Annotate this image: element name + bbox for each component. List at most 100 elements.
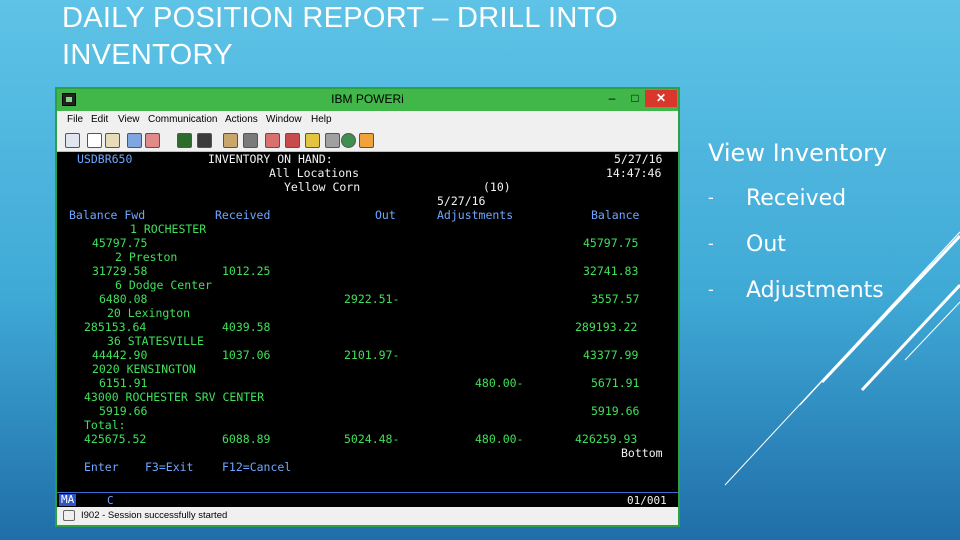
table-row[interactable]: 43000 ROCHESTER SRV CENTER bbox=[57, 390, 264, 404]
total-adjustments: 480.00- bbox=[475, 432, 524, 446]
table-row[interactable]: 20 Lexington bbox=[57, 306, 190, 320]
menu-edit[interactable]: Edit bbox=[91, 114, 108, 125]
macro-record-icon[interactable] bbox=[197, 133, 212, 148]
received-value: 4039.58 bbox=[222, 320, 271, 334]
balance-fwd-value: 44442.90 bbox=[92, 348, 148, 362]
table-row[interactable]: 2020 KENSINGTON bbox=[57, 362, 196, 376]
copy-icon[interactable] bbox=[87, 133, 102, 148]
header-balance-fwd: Balance Fwd bbox=[69, 208, 146, 222]
balance-value: 45797.75 bbox=[583, 236, 639, 250]
menu-file[interactable]: File bbox=[67, 114, 83, 125]
total-label: Total: bbox=[84, 418, 126, 432]
macro-play-icon[interactable] bbox=[223, 133, 238, 148]
bottom-marker: Bottom bbox=[621, 446, 663, 460]
transfer-icon[interactable] bbox=[243, 133, 258, 148]
print-icon[interactable] bbox=[65, 133, 80, 148]
session-icon bbox=[63, 510, 75, 521]
location-name: 1 ROCHESTER bbox=[130, 222, 207, 236]
header-received: Received bbox=[215, 208, 271, 222]
map-icon[interactable] bbox=[285, 133, 300, 148]
balance-value: 43377.99 bbox=[583, 348, 639, 362]
total-balance-fwd: 425675.52 bbox=[84, 432, 147, 446]
table-row[interactable]: 2 Preston bbox=[57, 250, 177, 264]
header-adjustments: Adjustments bbox=[437, 208, 514, 222]
received-value: 1037.06 bbox=[222, 348, 271, 362]
bullet-dash: - bbox=[708, 234, 714, 253]
menu-communication[interactable]: Communication bbox=[148, 114, 217, 125]
location-name: 43000 ROCHESTER SRV CENTER bbox=[84, 390, 265, 404]
received-value: 1012.25 bbox=[222, 264, 271, 278]
adjustments-value: 480.00- bbox=[475, 376, 524, 390]
email-icon[interactable] bbox=[265, 133, 280, 148]
edit-icon[interactable] bbox=[359, 133, 374, 148]
location-name: 2 Preston bbox=[115, 250, 178, 264]
total-balance: 426259.93 bbox=[575, 432, 638, 446]
program-id: USDBR650 bbox=[77, 152, 133, 166]
bullet-label: Adjustments bbox=[746, 278, 884, 303]
balance-fwd-value: 6151.91 bbox=[99, 376, 148, 390]
maximize-button[interactable]: □ bbox=[625, 90, 645, 107]
session-mode-indicator: MA bbox=[59, 493, 77, 506]
globe-icon[interactable] bbox=[341, 133, 356, 148]
side-heading: View Inventory bbox=[708, 139, 888, 167]
balance-value: 32741.83 bbox=[583, 264, 639, 278]
balance-fwd-value: 6480.08 bbox=[99, 292, 148, 306]
adjustment-date: 5/27/16 bbox=[437, 194, 486, 208]
display-icon[interactable] bbox=[177, 133, 192, 148]
receive-icon[interactable] bbox=[145, 133, 160, 148]
location-name: 6 Dodge Center bbox=[115, 278, 212, 292]
bullet-label: Received bbox=[746, 186, 847, 211]
minimize-button[interactable]: – bbox=[602, 90, 622, 107]
close-button[interactable]: ✕ bbox=[645, 90, 677, 107]
keyboard-icon[interactable] bbox=[325, 133, 340, 148]
product-code: (10) bbox=[483, 180, 511, 194]
total-row: Total: bbox=[57, 418, 126, 432]
table-row[interactable]: 6 Dodge Center bbox=[57, 278, 212, 292]
location-name: 20 Lexington bbox=[107, 306, 191, 320]
header-balance: Balance bbox=[591, 208, 640, 222]
f3-exit-key[interactable]: F3=Exit bbox=[145, 460, 193, 474]
slide-title: DAILY POSITION REPORT – DRILL INTO INVEN… bbox=[62, 2, 618, 71]
operator-info-area: MA C 01/001 bbox=[57, 492, 678, 507]
bullet-dash: - bbox=[708, 280, 714, 299]
status-bar: I902 - Session successfully started bbox=[57, 507, 678, 525]
window-title: IBM POWERi bbox=[331, 92, 404, 106]
toolbar bbox=[57, 130, 678, 152]
table-row[interactable]: 36 STATESVILLE bbox=[57, 334, 204, 348]
status-message: I902 - Session successfully started bbox=[81, 510, 228, 521]
location-name: 2020 KENSINGTON bbox=[92, 362, 196, 376]
menu-window[interactable]: Window bbox=[266, 114, 302, 125]
emulator-window: IBM POWERi – □ ✕ File Edit View Communic… bbox=[55, 87, 680, 527]
cursor-position: 01/001 bbox=[627, 494, 667, 507]
location-name: 36 STATESVILLE bbox=[107, 334, 204, 348]
window-titlebar[interactable]: IBM POWERi – □ ✕ bbox=[57, 89, 678, 111]
menu-bar: File Edit View Communication Actions Win… bbox=[57, 111, 678, 130]
product-name: Yellow Corn bbox=[284, 180, 361, 194]
terminal-screen[interactable]: USDBR650 INVENTORY ON HAND: 5/27/16 All … bbox=[57, 152, 678, 492]
table-row[interactable]: 1 ROCHESTER bbox=[57, 222, 206, 236]
header-out: Out bbox=[375, 208, 396, 222]
system-date: 5/27/16 bbox=[614, 152, 663, 166]
balance-value: 3557.57 bbox=[591, 292, 640, 306]
balance-fwd-value: 285153.64 bbox=[84, 320, 147, 334]
paste-icon[interactable] bbox=[105, 133, 120, 148]
balance-fwd-value: 45797.75 bbox=[92, 236, 148, 250]
enter-key-label[interactable]: Enter bbox=[84, 460, 119, 474]
bullet-label: Out bbox=[746, 232, 786, 257]
send-icon[interactable] bbox=[127, 133, 142, 148]
connection-indicator: C bbox=[107, 494, 114, 507]
menu-actions[interactable]: Actions bbox=[225, 114, 258, 125]
screen-title: INVENTORY ON HAND: bbox=[208, 152, 333, 166]
total-received: 6088.89 bbox=[222, 432, 271, 446]
total-out: 5024.48- bbox=[344, 432, 400, 446]
system-time: 14:47:46 bbox=[606, 166, 662, 180]
balance-fwd-value: 5919.66 bbox=[99, 404, 148, 418]
balance-value: 289193.22 bbox=[575, 320, 638, 334]
bullet-dash: - bbox=[708, 188, 714, 207]
menu-help[interactable]: Help bbox=[311, 114, 332, 125]
f12-cancel-key[interactable]: F12=Cancel bbox=[222, 460, 291, 474]
menu-view[interactable]: View bbox=[118, 114, 140, 125]
color-icon[interactable] bbox=[305, 133, 320, 148]
balance-value: 5671.91 bbox=[591, 376, 640, 390]
out-value: 2101.97- bbox=[344, 348, 400, 362]
